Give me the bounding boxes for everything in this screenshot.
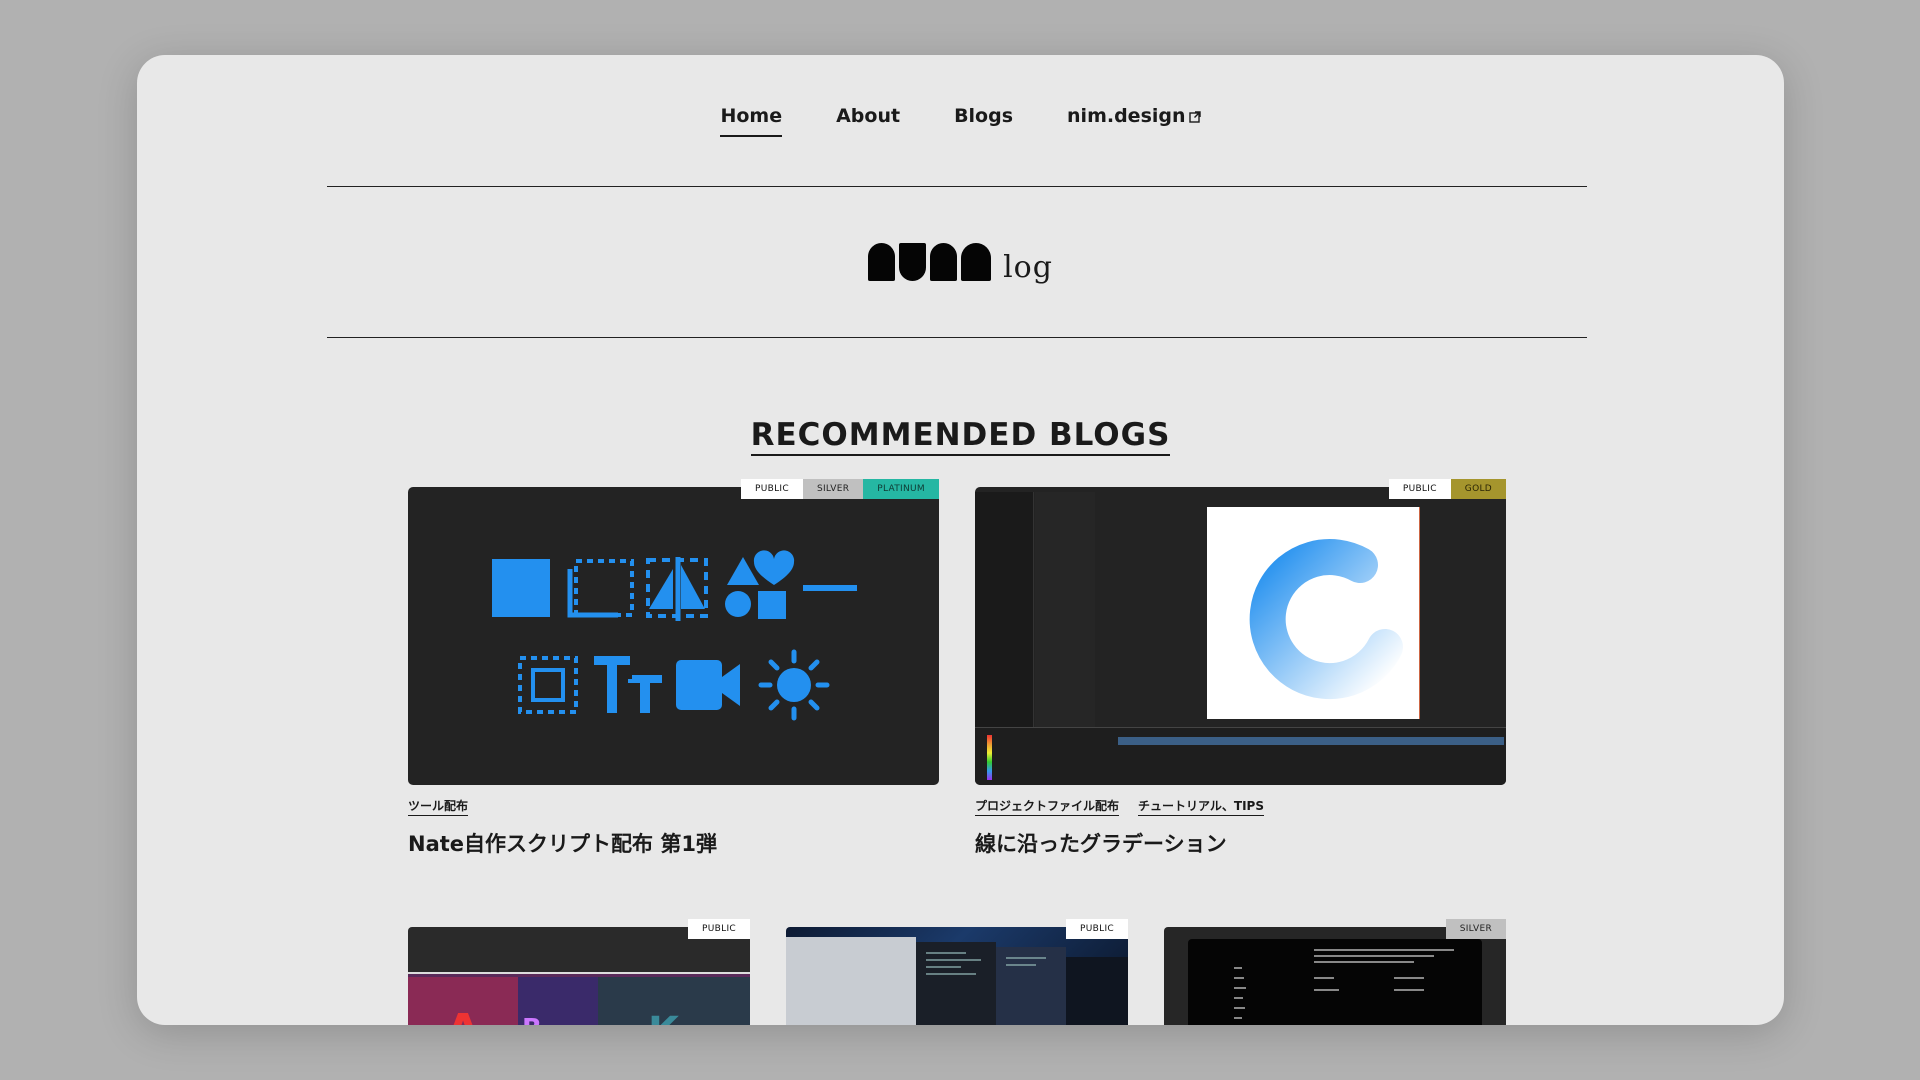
card-2-tags: プロジェクトファイル配布 チュートリアル、TIPS bbox=[975, 797, 1264, 816]
header-divider-top bbox=[327, 186, 1587, 187]
main-nav: Home About Blogs nim.design bbox=[137, 105, 1784, 137]
typography-graphic: A B D K bbox=[408, 977, 750, 1025]
svg-text:D: D bbox=[550, 1022, 572, 1025]
badge-public: PUBLIC bbox=[1388, 479, 1451, 499]
monitors-photo-graphic bbox=[786, 937, 1128, 1025]
card-badges: PUBLIC GOLD bbox=[1388, 479, 1506, 499]
card-thumbnail[interactable] bbox=[975, 487, 1506, 785]
line-icon bbox=[803, 585, 857, 591]
gradient-c-graphic bbox=[1249, 539, 1403, 699]
resize-frame-icon bbox=[518, 656, 578, 714]
browser-window: Home About Blogs nim.design log RECOMMEN… bbox=[137, 55, 1784, 1025]
ae-layer-bar bbox=[1118, 737, 1504, 745]
nav-nim-design[interactable]: nim.design bbox=[1067, 105, 1201, 127]
card-badges: PUBLIC SILVER PLATINUM bbox=[741, 479, 939, 499]
logo-mark bbox=[868, 243, 992, 281]
site-logo[interactable]: log bbox=[137, 243, 1784, 285]
dashed-select-icon bbox=[574, 559, 634, 617]
card-thumbnail[interactable] bbox=[1164, 927, 1506, 1025]
tag-tutorial-tips[interactable]: チュートリアル、TIPS bbox=[1138, 797, 1264, 816]
shapes-icon bbox=[725, 550, 795, 619]
tag-project-file[interactable]: プロジェクトファイル配布 bbox=[975, 797, 1120, 816]
header-divider-bottom bbox=[327, 337, 1587, 338]
text-size-icon bbox=[594, 656, 662, 713]
section-title: RECOMMENDED BLOGS bbox=[137, 416, 1784, 456]
blog-card-5[interactable]: SILVER bbox=[1164, 919, 1506, 1025]
blog-card-4[interactable]: PUBLIC bbox=[786, 919, 1128, 1025]
external-link-icon bbox=[1188, 111, 1201, 123]
badge-public: PUBLIC bbox=[1066, 919, 1128, 939]
tag-tool-distribution[interactable]: ツール配布 bbox=[408, 797, 469, 816]
badge-silver: SILVER bbox=[802, 479, 864, 499]
flip-icon bbox=[646, 557, 708, 621]
svg-text:K: K bbox=[648, 1009, 681, 1025]
nav-nim-design-label: nim.design bbox=[1067, 105, 1186, 127]
ae-effects-panel bbox=[1035, 492, 1095, 732]
ae-composition-canvas bbox=[1207, 507, 1420, 719]
nav-about[interactable]: About bbox=[836, 105, 900, 127]
badge-public: PUBLIC bbox=[741, 479, 803, 499]
card-thumbnail[interactable]: A B D K bbox=[408, 927, 750, 1025]
svg-text:B: B bbox=[522, 1014, 542, 1025]
badge-platinum: PLATINUM bbox=[863, 479, 939, 499]
card-badges: PUBLIC bbox=[688, 919, 750, 939]
blog-card-2[interactable]: PUBLIC GOLD bbox=[975, 479, 1506, 785]
card-1-title[interactable]: Nate自作スクリプト配布 第1弾 bbox=[408, 828, 717, 858]
card-thumbnail[interactable] bbox=[786, 927, 1128, 1025]
nav-home[interactable]: Home bbox=[720, 105, 782, 137]
ae-label-colors bbox=[987, 735, 992, 780]
blog-card-1[interactable]: PUBLIC SILVER PLATINUM bbox=[408, 479, 939, 785]
badge-silver: SILVER bbox=[1445, 919, 1506, 939]
tools-icons-graphic bbox=[492, 550, 857, 721]
nav-blogs[interactable]: Blogs bbox=[954, 105, 1013, 127]
badge-public: PUBLIC bbox=[688, 919, 750, 939]
badge-gold: GOLD bbox=[1450, 479, 1506, 499]
sun-icon bbox=[758, 649, 830, 721]
video-camera-icon bbox=[676, 660, 740, 710]
ae-project-panel bbox=[975, 492, 1034, 732]
card-1-tags: ツール配布 bbox=[408, 797, 469, 816]
card-thumbnail[interactable] bbox=[408, 487, 939, 785]
blog-card-3[interactable]: A B D K PUBLIC bbox=[408, 919, 750, 1025]
card-2-title[interactable]: 線に沿ったグラデーション bbox=[975, 828, 1227, 858]
settings-screen-graphic bbox=[1188, 939, 1482, 1025]
svg-text:A: A bbox=[446, 1005, 480, 1025]
ae-timeline-panel bbox=[975, 727, 1506, 785]
card-badges: PUBLIC bbox=[1066, 919, 1128, 939]
square-icon bbox=[492, 559, 550, 617]
logo-text: log bbox=[1003, 250, 1053, 285]
card-badges: SILVER bbox=[1445, 919, 1506, 939]
